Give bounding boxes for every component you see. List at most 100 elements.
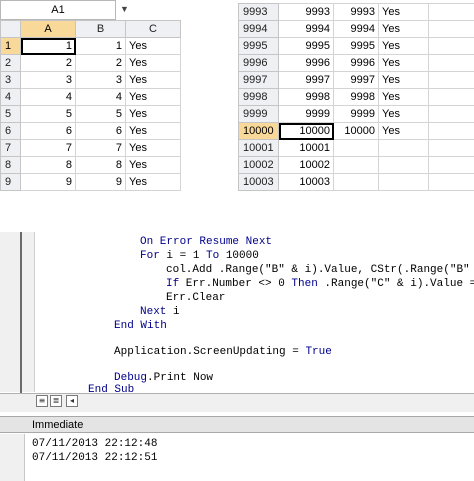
cell[interactable] <box>378 173 429 191</box>
cell[interactable]: Yes <box>378 20 429 38</box>
cell[interactable] <box>428 71 474 89</box>
cell[interactable]: 5 <box>75 105 126 123</box>
row-header[interactable]: 9993 <box>238 3 279 21</box>
procedure-view-icon[interactable]: ≡ <box>36 395 48 407</box>
cell[interactable]: Yes <box>125 71 181 89</box>
select-all-corner[interactable] <box>0 20 21 38</box>
cell[interactable]: 8 <box>20 156 76 174</box>
cell[interactable]: 9994 <box>278 20 334 38</box>
cell[interactable]: 4 <box>75 88 126 106</box>
cell[interactable]: 10003 <box>278 173 334 191</box>
row-header[interactable]: 9994 <box>238 20 279 38</box>
row-header-selected[interactable]: 10000 <box>238 122 279 140</box>
cell[interactable]: Yes <box>378 105 429 123</box>
cell[interactable]: 9998 <box>333 88 379 106</box>
row-header[interactable]: 6 <box>0 122 21 140</box>
cell[interactable]: Yes <box>125 88 181 106</box>
cell[interactable]: 9 <box>20 173 76 191</box>
cell[interactable]: Yes <box>125 105 181 123</box>
cell[interactable] <box>428 88 474 106</box>
cell[interactable]: 9996 <box>278 54 334 72</box>
cell[interactable] <box>428 37 474 55</box>
row-header[interactable]: 9998 <box>238 88 279 106</box>
cell[interactable] <box>428 105 474 123</box>
cell[interactable]: Yes <box>378 71 429 89</box>
cell[interactable]: 9995 <box>333 37 379 55</box>
cell[interactable]: Yes <box>378 88 429 106</box>
active-cell[interactable]: 10000 <box>278 122 334 140</box>
cell[interactable]: 9999 <box>333 105 379 123</box>
row-header[interactable]: 9997 <box>238 71 279 89</box>
cell[interactable]: 9997 <box>333 71 379 89</box>
cell[interactable]: 10000 <box>333 122 379 140</box>
cell[interactable]: 9995 <box>278 37 334 55</box>
cell[interactable] <box>333 139 379 157</box>
cell[interactable]: 2 <box>20 54 76 72</box>
row-header[interactable]: 10002 <box>238 156 279 174</box>
code-window[interactable]: On Error Resume Next For i = 1 To 10000 … <box>34 232 474 396</box>
row-header[interactable]: 10003 <box>238 173 279 191</box>
cell[interactable]: 10001 <box>278 139 334 157</box>
cell[interactable]: Yes <box>378 37 429 55</box>
cell[interactable]: 7 <box>20 139 76 157</box>
cell[interactable] <box>428 122 474 140</box>
cell[interactable]: 1 <box>75 37 126 55</box>
cell[interactable]: Yes <box>125 122 181 140</box>
row-header[interactable]: 4 <box>0 88 21 106</box>
cell[interactable]: Yes <box>378 54 429 72</box>
row-header[interactable]: 7 <box>0 139 21 157</box>
column-header-c[interactable]: C <box>125 20 181 38</box>
row-header[interactable]: 2 <box>0 54 21 72</box>
cell[interactable] <box>333 173 379 191</box>
row-header[interactable]: 9999 <box>238 105 279 123</box>
cell[interactable] <box>428 3 474 21</box>
cell[interactable] <box>333 156 379 174</box>
cell[interactable] <box>378 156 429 174</box>
cell[interactable]: 9993 <box>333 3 379 21</box>
column-header-a[interactable]: A <box>20 20 76 38</box>
cell[interactable]: 6 <box>75 122 126 140</box>
cell[interactable] <box>428 173 474 191</box>
cell[interactable]: Yes <box>125 54 181 72</box>
cell[interactable]: 9999 <box>278 105 334 123</box>
cell[interactable]: 9996 <box>333 54 379 72</box>
cell[interactable]: 7 <box>75 139 126 157</box>
cell[interactable]: 8 <box>75 156 126 174</box>
scroll-left-icon[interactable]: ◂ <box>66 395 78 407</box>
row-header[interactable]: 9996 <box>238 54 279 72</box>
cell[interactable]: 9993 <box>278 3 334 21</box>
cell[interactable]: 6 <box>20 122 76 140</box>
cell[interactable] <box>428 54 474 72</box>
row-header[interactable]: 10001 <box>238 139 279 157</box>
chevron-down-icon[interactable]: ▼ <box>120 4 129 14</box>
cell-a1[interactable]: 1 <box>20 37 76 55</box>
cell[interactable]: 9998 <box>278 88 334 106</box>
cell[interactable]: Yes <box>125 139 181 157</box>
immediate-window[interactable]: 07/11/2013 22:12:48 07/11/2013 22:12:51 <box>0 434 474 481</box>
cell[interactable]: 5 <box>20 105 76 123</box>
cell[interactable]: 4 <box>20 88 76 106</box>
cell[interactable]: Yes <box>378 122 429 140</box>
cell[interactable]: Yes <box>125 173 181 191</box>
cell[interactable]: 3 <box>75 71 126 89</box>
row-header[interactable]: 9995 <box>238 37 279 55</box>
cell[interactable] <box>428 156 474 174</box>
column-header-b[interactable]: B <box>75 20 126 38</box>
cell[interactable]: Yes <box>378 3 429 21</box>
row-header[interactable]: 1 <box>0 37 21 55</box>
row-header[interactable]: 9 <box>0 173 21 191</box>
row-header[interactable]: 5 <box>0 105 21 123</box>
cell[interactable]: 3 <box>20 71 76 89</box>
cell[interactable]: 2 <box>75 54 126 72</box>
cell[interactable]: 9 <box>75 173 126 191</box>
cell[interactable]: 10002 <box>278 156 334 174</box>
cell[interactable]: 9997 <box>278 71 334 89</box>
name-box[interactable]: A1 <box>0 0 116 20</box>
cell[interactable]: Yes <box>125 156 181 174</box>
row-header[interactable]: 8 <box>0 156 21 174</box>
row-header[interactable]: 3 <box>0 71 21 89</box>
full-module-view-icon[interactable]: ≣ <box>50 395 62 407</box>
cell[interactable]: 9994 <box>333 20 379 38</box>
cell[interactable] <box>428 20 474 38</box>
cell[interactable]: Yes <box>125 37 181 55</box>
